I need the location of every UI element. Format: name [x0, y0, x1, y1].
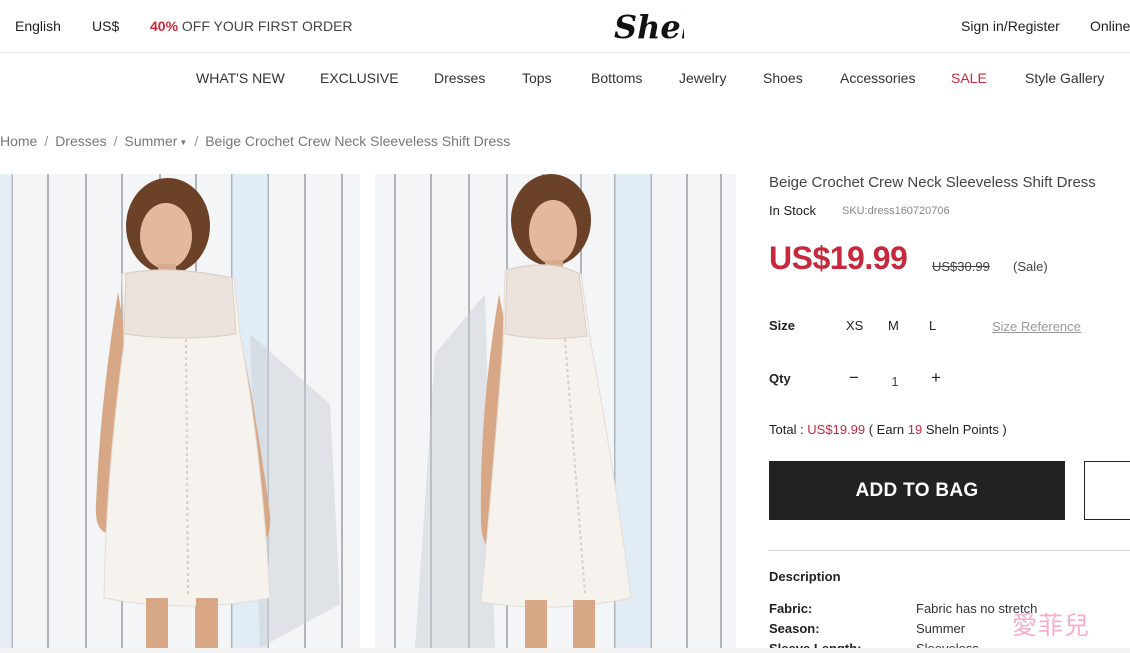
product-image-front[interactable]: [0, 174, 360, 648]
qty-input[interactable]: [880, 372, 910, 390]
breadcrumb-summer[interactable]: Summer ▼: [125, 133, 188, 149]
nav-bottoms[interactable]: Bottoms: [591, 70, 642, 86]
attr-key-fabric: Fabric:: [769, 601, 813, 616]
order-total: Total : US$19.99 ( Earn 19 Sheln Points …: [769, 422, 1007, 437]
size-option-xs[interactable]: XS: [846, 318, 863, 333]
breadcrumb-current: Beige Crochet Crew Neck Sleeveless Shift…: [205, 133, 511, 149]
logo-mark: Sheln: [614, 8, 716, 46]
product-price: US$19.99: [769, 240, 908, 276]
nav-dresses[interactable]: Dresses: [434, 70, 485, 86]
promo-banner[interactable]: 40% OFF YOUR FIRST ORDER: [150, 18, 353, 34]
breadcrumb: Home / Dresses / Summer ▼ / Beige Crochet Crew …: [0, 133, 510, 149]
attr-value-season: Summer: [916, 621, 966, 636]
nav-style-gallery[interactable]: Style Gallery: [1025, 70, 1104, 86]
wishlist-button[interactable]: [1084, 461, 1130, 520]
currency-selector[interactable]: US$: [92, 18, 119, 34]
size-option-m[interactable]: M: [888, 318, 899, 333]
qty-increase-button[interactable]: +: [928, 368, 944, 388]
qty-decrease-button[interactable]: −: [846, 368, 862, 388]
breadcrumb-home[interactable]: Home: [0, 133, 37, 149]
attr-key-season: Season:: [769, 621, 820, 636]
points-value: 19: [907, 422, 923, 437]
sale-tag: (Sale): [1013, 259, 1048, 274]
promo-text: OFF YOUR FIRST ORDER: [181, 18, 353, 34]
nav-accessories[interactable]: Accessories: [840, 70, 915, 86]
shein-logo[interactable]: Sheln: [612, 6, 716, 46]
promo-percent: 40%: [150, 18, 179, 34]
breadcrumb-dresses[interactable]: Dresses: [55, 133, 106, 149]
watermark-text: 愛菲兒: [1012, 611, 1091, 640]
product-image-side[interactable]: [375, 174, 736, 648]
caret-down-icon: ▼: [179, 137, 188, 147]
nav-sale[interactable]: SALE: [951, 70, 987, 86]
breadcrumb-separator: /: [44, 133, 49, 149]
earn-close: Sheln Points ): [922, 422, 1007, 437]
product-sku: SKU:dress160720706: [842, 205, 950, 217]
sign-in-register-link[interactable]: Sign in/Register: [961, 18, 1060, 34]
breadcrumb-separator: /: [113, 133, 118, 149]
logo-text: Sheln: [614, 8, 684, 46]
product-photo-front: [0, 174, 360, 648]
stock-status: In Stock: [769, 203, 816, 218]
language-selector[interactable]: English: [15, 18, 61, 34]
qty-label: Qty: [769, 371, 791, 386]
breadcrumb-summer-label: Summer: [124, 133, 178, 149]
add-to-bag-button[interactable]: ADD TO BAG: [769, 461, 1065, 520]
top-bar: English US$ 40% OFF YOUR FIRST ORDER She…: [0, 0, 1130, 53]
nav-jewelry[interactable]: Jewelry: [679, 70, 726, 86]
nav-exclusive[interactable]: EXCLUSIVE: [320, 70, 399, 86]
online-help-link[interactable]: Online: [1090, 18, 1130, 34]
product-photo-side: [375, 174, 736, 648]
nav-tops[interactable]: Tops: [522, 70, 552, 86]
page-bottom-strip: [0, 648, 1130, 653]
size-reference-link[interactable]: Size Reference: [992, 319, 1081, 334]
total-prefix: Total :: [769, 422, 808, 437]
size-label: Size: [769, 318, 796, 333]
section-divider: [769, 550, 1130, 551]
breadcrumb-separator: /: [194, 133, 199, 149]
total-value: US$19.99: [807, 422, 866, 437]
description-heading: Description: [769, 569, 841, 584]
size-option-l[interactable]: L: [929, 318, 936, 333]
nav-shoes[interactable]: Shoes: [763, 70, 803, 86]
main-nav: WHAT'S NEW EXCLUSIVE Dresses Tops Bottom…: [0, 53, 1130, 103]
original-price: US$30.99: [932, 259, 990, 274]
earn-open: ( Earn: [865, 422, 908, 437]
product-title: Beige Crochet Crew Neck Sleeveless Shift…: [769, 174, 1096, 191]
nav-whats-new[interactable]: WHAT'S NEW: [196, 70, 285, 86]
